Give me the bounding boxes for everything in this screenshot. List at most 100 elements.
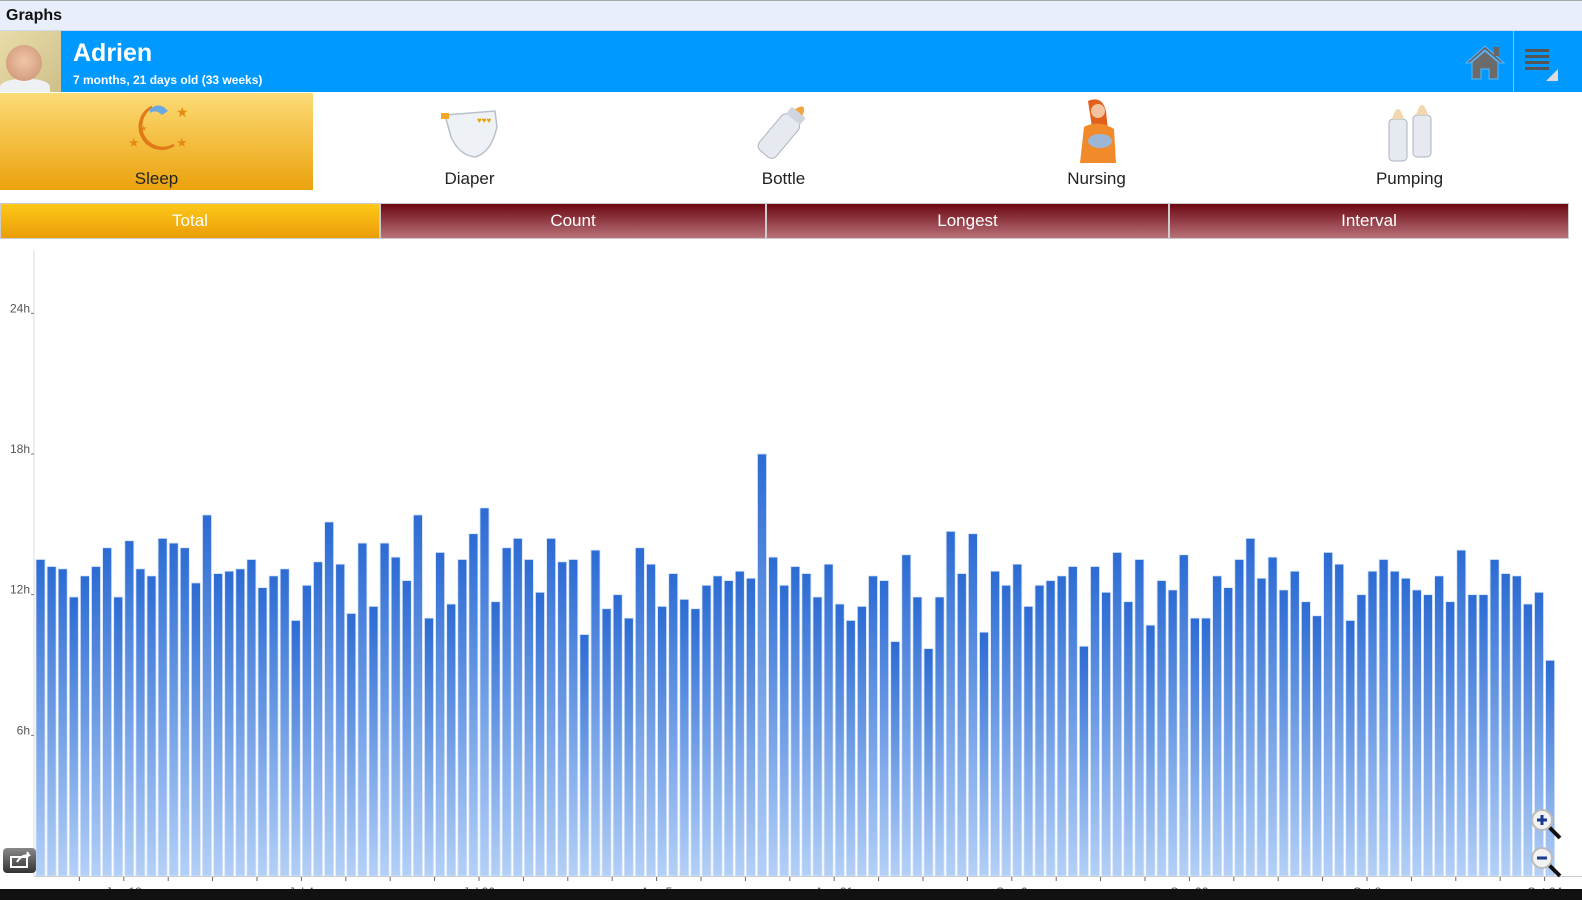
bar-oct-21 [1511,575,1522,877]
category-label: Sleep [134,169,179,188]
bar-jul-27 [557,561,568,877]
bar-jul-28 [568,559,579,877]
bar-sep-28 [1256,577,1267,877]
bar-jun-12 [57,568,68,877]
bar-sep-22 [1190,617,1200,877]
zoom-in-icon[interactable] [1530,808,1564,842]
category-bar: ★ ★ ★ ★ Sleep ♥♥♥ Diaper Bottle Nursing Pum… [0,93,1582,190]
category-sleep[interactable]: ★ ★ ★ ★ Sleep [0,93,313,190]
bar-oct-10 [1389,570,1400,877]
bar-aug-30 [934,596,945,877]
bar-aug-6 [668,573,679,877]
svg-text:★: ★ [176,104,189,120]
bar-jun-16 [102,547,112,877]
y-tick-label: 6h [17,723,30,737]
svg-text:★: ★ [128,135,140,150]
bar-sep-3 [979,631,989,877]
bar-aug-21 [834,603,845,877]
y-tick-label: 24h [10,301,30,315]
bar-aug-22 [845,620,856,877]
window-title: Graphs [6,7,63,24]
bar-aug-2 [623,617,634,877]
bar-jun-10 [35,559,46,877]
avatar[interactable] [0,31,61,92]
bar-oct-3 [1312,615,1322,877]
sleep-total-chart[interactable]: 6h12h18h24hJun 18Jul 4Jul 20Aug 5Aug 21S… [0,240,1582,890]
bar-oct-18 [1478,594,1489,877]
bar-oct-5 [1334,563,1345,877]
bar-jun-21 [157,537,168,877]
bar-sep-25 [1223,587,1234,877]
bar-sep-14 [1101,591,1111,877]
home-icon[interactable] [1462,43,1508,81]
bar-aug-23 [857,605,867,877]
bar-aug-24 [868,575,878,877]
tab-longest[interactable]: Longest [766,203,1169,239]
bar-jul-16 [435,552,446,877]
bar-aug-4 [646,563,656,877]
share-icon [10,851,31,868]
bar-oct-14 [1434,575,1444,877]
tab-count[interactable]: Count [380,203,766,239]
bar-jun-28 [235,568,246,877]
svg-text:★: ★ [140,124,147,133]
category-pumping[interactable]: Pumping [1253,93,1566,190]
bar-jul-15 [424,617,434,877]
bar-sep-9 [1045,580,1056,877]
bar-jun-24 [190,582,201,877]
bar-sep-7 [1023,605,1034,877]
bar-oct-4 [1323,552,1333,877]
bar-aug-26 [890,641,901,877]
bar-oct-17 [1467,594,1478,877]
bottle-icon [757,106,806,159]
bar-sep-27 [1245,537,1256,877]
bar-oct-19 [1489,559,1500,877]
tab-total[interactable]: Total [0,203,380,239]
bar-jul-21 [490,601,501,877]
bar-sep-19 [1156,580,1167,877]
category-bottle[interactable]: Bottle [627,93,940,190]
bar-jul-2 [279,568,290,877]
bar-aug-9 [701,584,712,877]
bar-jul-22 [501,547,512,877]
bar-aug-15 [768,556,778,877]
share-button[interactable] [3,848,36,873]
bar-jul-30 [590,549,601,877]
bar-jul-10 [368,605,379,877]
bar-sep-26 [1234,559,1245,877]
bar-aug-28 [912,596,923,877]
bar-oct-20 [1500,573,1511,877]
bar-sep-13 [1090,566,1100,877]
bar-oct-11 [1400,577,1411,877]
tab-interval[interactable]: Interval [1169,203,1569,239]
bar-jul-12 [390,556,401,877]
bar-sep-10 [1056,575,1067,877]
diaper-icon: ♥♥♥ [440,110,498,158]
zoom-out-icon[interactable] [1530,846,1564,880]
bar-aug-5 [657,605,667,877]
child-name: Adrien [73,39,153,67]
bar-sep-18 [1145,624,1156,877]
y-tick-label: 12h [10,583,30,597]
header-divider [1513,31,1514,92]
bar-aug-20 [823,563,834,877]
menu-icon[interactable] [1520,41,1560,83]
category-label: Bottle [761,169,806,188]
bar-oct-7 [1356,594,1367,877]
category-diaper[interactable]: ♥♥♥ Diaper [313,93,626,190]
bar-oct-9 [1378,559,1389,877]
bar-oct-2 [1301,601,1311,877]
bar-oct-6 [1345,620,1356,877]
bar-aug-12 [734,570,745,877]
category-nursing[interactable]: Nursing [940,93,1253,190]
bar-sep-15 [1112,552,1123,877]
bar-aug-7 [679,598,690,877]
bar-jul-11 [379,542,390,877]
bar-jun-17 [113,596,124,877]
bar-aug-8 [690,608,701,877]
bar-jun-27 [224,570,235,877]
bar-oct-24 [1545,659,1555,877]
bar-oct-15 [1445,601,1456,877]
bar-jul-31 [601,608,612,877]
category-label: Diaper [444,169,495,188]
